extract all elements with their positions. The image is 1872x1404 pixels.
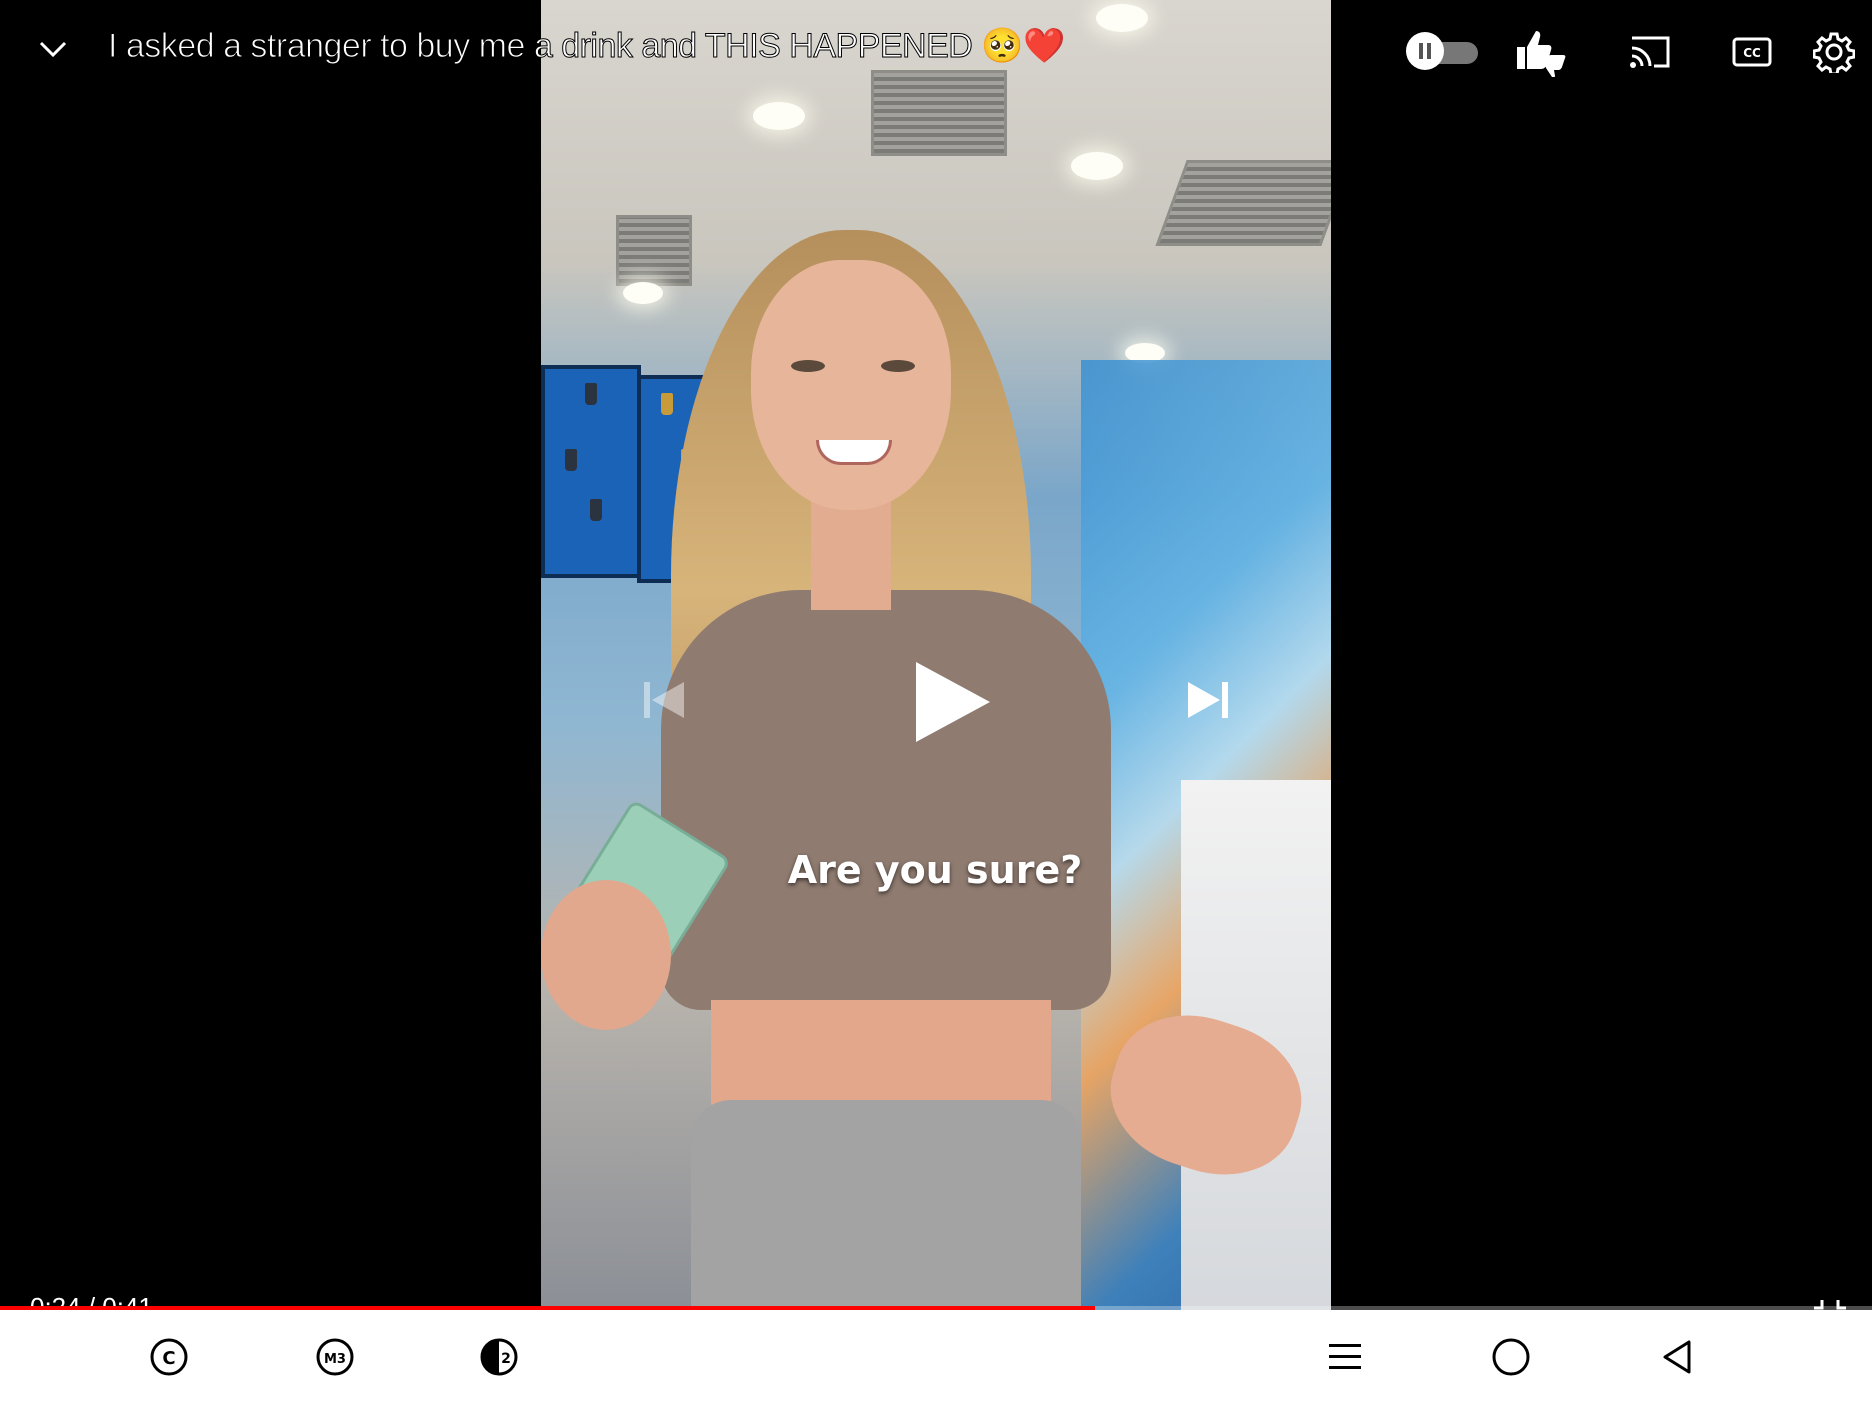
player-top-bar: I asked a stranger to buy me a drink and… bbox=[0, 0, 1872, 100]
person-eye bbox=[791, 360, 825, 372]
collapse-chevron-icon[interactable] bbox=[30, 26, 76, 72]
ceiling-vent bbox=[616, 215, 692, 286]
person-hand bbox=[541, 880, 671, 1030]
contrast-2-glyph: 2 bbox=[501, 1351, 511, 1367]
previous-icon[interactable] bbox=[636, 672, 692, 728]
svg-text:CC: CC bbox=[1743, 46, 1761, 60]
person-pants bbox=[691, 1100, 1081, 1310]
ceiling-light bbox=[623, 282, 663, 304]
back-icon[interactable] bbox=[1652, 1332, 1702, 1382]
person-face bbox=[751, 260, 951, 510]
video-caption-text: Are you sure? bbox=[787, 848, 1083, 892]
ceiling-light bbox=[1071, 152, 1123, 180]
closed-captions-icon[interactable]: CC bbox=[1724, 24, 1780, 80]
contrast-2-icon: 2 bbox=[474, 1332, 524, 1382]
c-badge-glyph: C bbox=[162, 1348, 175, 1369]
cast-icon[interactable] bbox=[1622, 24, 1678, 80]
c-badge-icon: C bbox=[144, 1332, 194, 1382]
autoplay-toggle[interactable] bbox=[1406, 32, 1480, 70]
next-icon[interactable] bbox=[1180, 672, 1240, 728]
m3-badge-icon: M3 bbox=[310, 1332, 360, 1382]
person-neck bbox=[811, 500, 891, 610]
m3-badge-glyph: M3 bbox=[324, 1352, 346, 1367]
ceiling-light bbox=[753, 102, 805, 130]
person-eye bbox=[881, 360, 915, 372]
menu-board bbox=[541, 365, 641, 578]
like-dislike-icon[interactable] bbox=[1512, 24, 1568, 80]
video-title: I asked a stranger to buy me a drink and… bbox=[108, 27, 1066, 66]
ceiling-vent bbox=[1155, 160, 1331, 246]
autoplay-pause-icon bbox=[1406, 32, 1444, 70]
play-icon[interactable] bbox=[902, 652, 1002, 752]
recent-apps-icon[interactable] bbox=[1320, 1332, 1370, 1382]
person-shirt bbox=[661, 590, 1111, 1010]
home-icon[interactable] bbox=[1486, 1332, 1536, 1382]
system-nav-bar: C M3 2 bbox=[0, 1310, 1872, 1404]
settings-gear-icon[interactable] bbox=[1806, 24, 1862, 80]
